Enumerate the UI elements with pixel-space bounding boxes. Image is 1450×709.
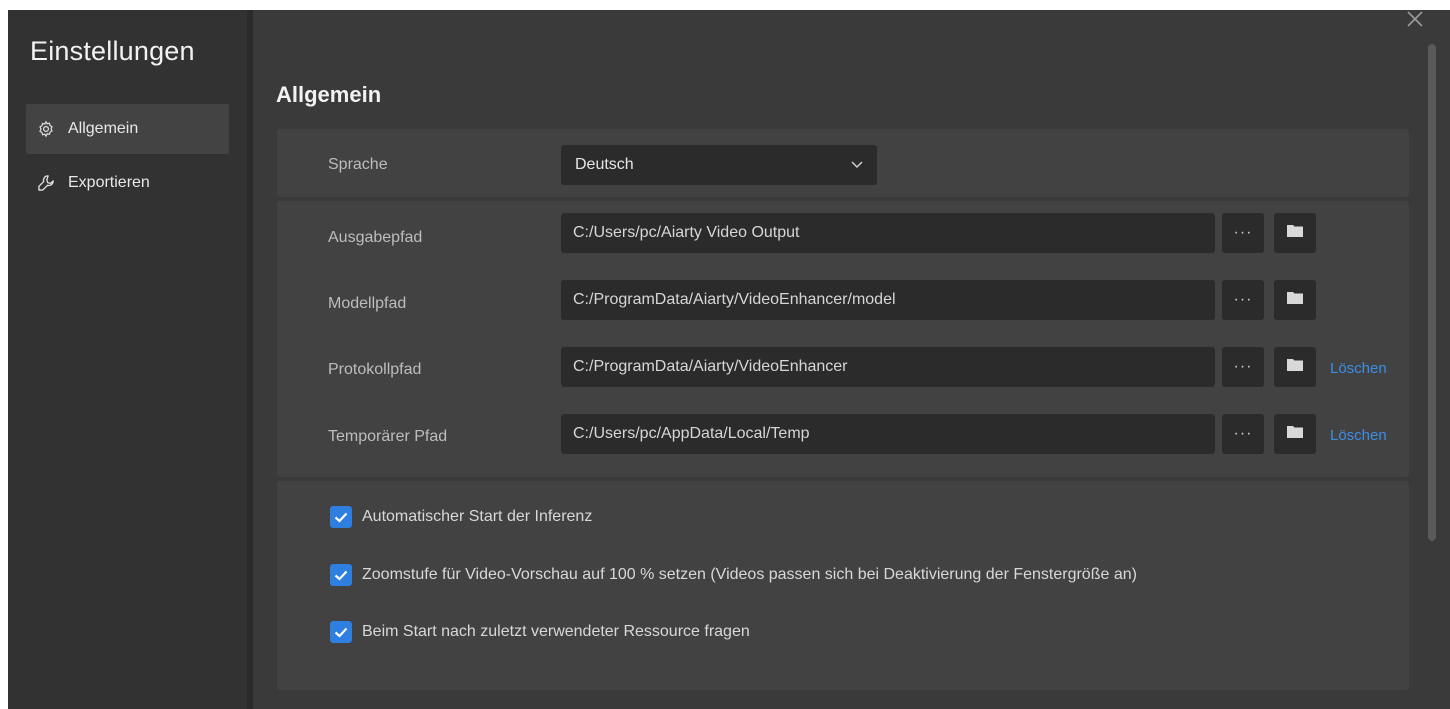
scrollbar[interactable]: [1428, 44, 1436, 541]
log-path-field[interactable]: C:/ProgramData/Aiarty/VideoEnhancer: [561, 347, 1215, 387]
page-title: Allgemein: [276, 82, 382, 107]
chevron-down-icon: [851, 156, 863, 174]
wrench-icon: [36, 173, 56, 193]
log-path-browse-button[interactable]: ···: [1222, 347, 1264, 387]
checkbox[interactable]: [330, 506, 352, 528]
output-path-browse-button[interactable]: ···: [1222, 213, 1264, 253]
sidebar-item-allgemein[interactable]: Allgemein: [26, 104, 229, 154]
option-label: Beim Start nach zuletzt verwendeter Ress…: [362, 623, 750, 640]
option-ask-last-resource[interactable]: Beim Start nach zuletzt verwendeter Ress…: [330, 621, 750, 643]
gear-icon: [36, 119, 56, 139]
folder-icon: [1287, 425, 1303, 443]
temp-path-delete-link[interactable]: Löschen: [1330, 427, 1387, 444]
option-zoom-100[interactable]: Zoomstufe für Video-Vorschau auf 100 % s…: [330, 564, 1137, 586]
language-select[interactable]: Deutsch: [561, 145, 877, 185]
folder-icon: [1287, 358, 1303, 376]
more-icon: ···: [1233, 224, 1253, 241]
checkbox[interactable]: [330, 564, 352, 586]
checkbox[interactable]: [330, 621, 352, 643]
more-icon: ···: [1233, 358, 1253, 375]
sidebar-item-exportieren[interactable]: Exportieren: [26, 158, 229, 208]
output-path-label: Ausgabepfad: [328, 229, 423, 246]
check-icon: [334, 512, 348, 523]
option-auto-inference[interactable]: Automatischer Start der Inferenz: [330, 506, 592, 528]
model-path-label: Modellpfad: [328, 295, 407, 312]
model-path-field[interactable]: C:/ProgramData/Aiarty/VideoEnhancer/mode…: [561, 280, 1215, 320]
output-path-field[interactable]: C:/Users/pc/Aiarty Video Output: [561, 213, 1215, 253]
more-icon: ···: [1233, 291, 1253, 308]
sidebar-divider: [247, 10, 253, 709]
folder-icon: [1287, 224, 1303, 242]
output-path-folder-button[interactable]: [1274, 213, 1316, 253]
temp-path-label: Temporärer Pfad: [328, 428, 448, 445]
sidebar-item-label: Exportieren: [68, 174, 150, 191]
close-button[interactable]: [1406, 10, 1428, 32]
language-select-value: Deutsch: [575, 156, 634, 173]
check-icon: [334, 627, 348, 638]
option-label: Automatischer Start der Inferenz: [362, 508, 593, 525]
temp-path-folder-button[interactable]: [1274, 414, 1316, 454]
language-label: Sprache: [328, 156, 388, 173]
close-icon: [1406, 11, 1424, 32]
more-icon: ···: [1233, 425, 1253, 442]
check-icon: [334, 570, 348, 581]
temp-path-browse-button[interactable]: ···: [1222, 414, 1264, 454]
folder-icon: [1287, 291, 1303, 309]
temp-path-field[interactable]: C:/Users/pc/AppData/Local/Temp: [561, 414, 1215, 454]
sidebar-title: Einstellungen: [30, 36, 195, 66]
log-path-delete-link[interactable]: Löschen: [1330, 360, 1387, 377]
sidebar-item-label: Allgemein: [68, 120, 139, 137]
log-path-label: Protokollpfad: [328, 361, 422, 378]
model-path-folder-button[interactable]: [1274, 280, 1316, 320]
model-path-browse-button[interactable]: ···: [1222, 280, 1264, 320]
option-label: Zoomstufe für Video-Vorschau auf 100 % s…: [362, 566, 1137, 583]
log-path-folder-button[interactable]: [1274, 347, 1316, 387]
